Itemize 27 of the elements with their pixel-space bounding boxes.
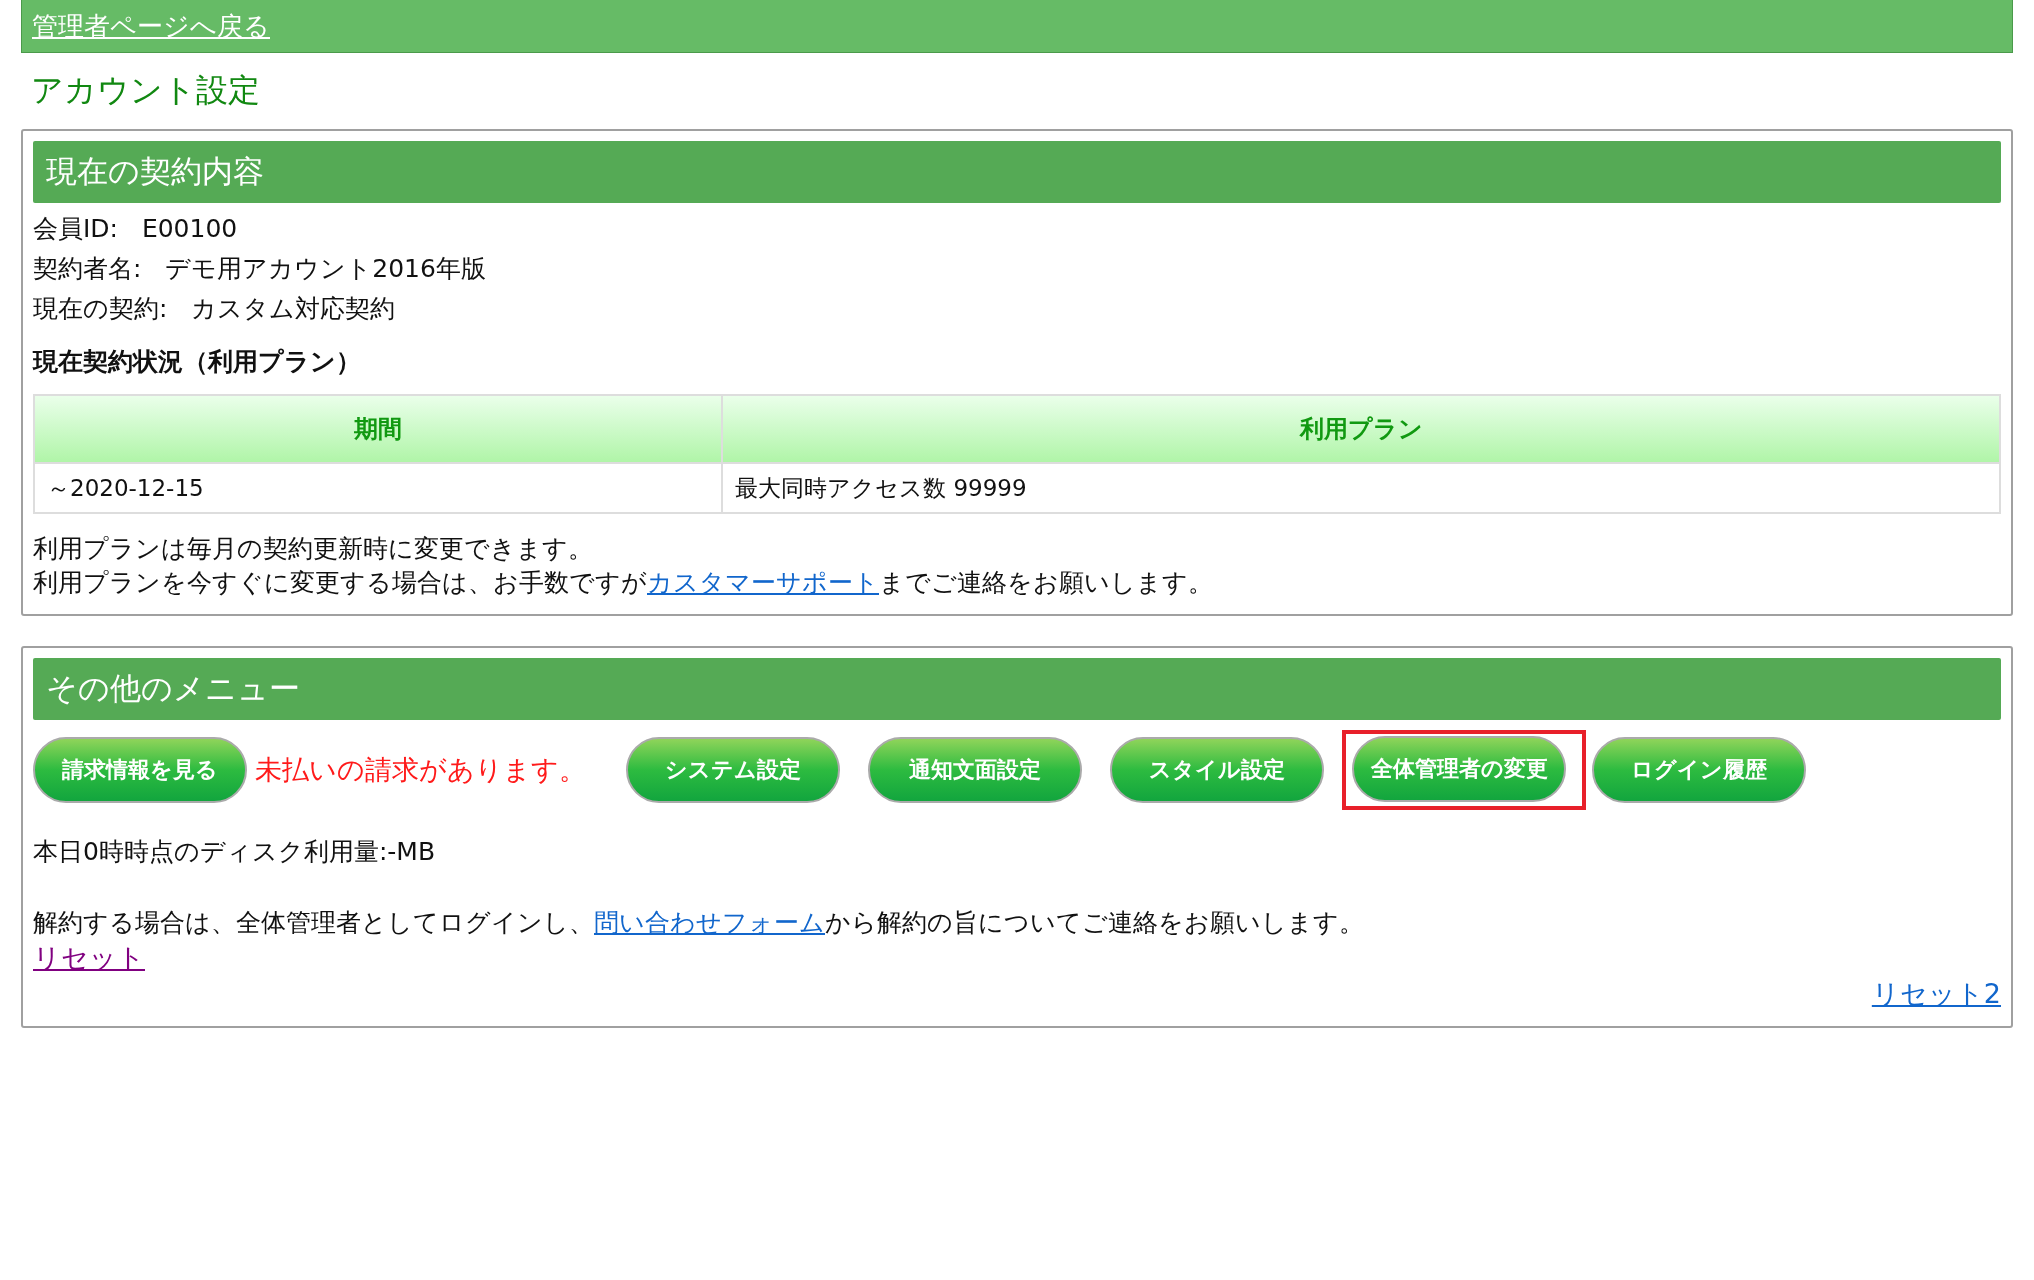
reset-link[interactable]: リセット — [33, 942, 145, 973]
unpaid-warning: 未払いの請求があります。 — [255, 753, 586, 787]
inquiry-form-link[interactable]: 問い合わせフォーム — [594, 908, 825, 937]
reset-link[interactable]: リセット2 — [1871, 976, 2001, 1012]
menu-button[interactable]: ログイン履歴 — [1592, 737, 1806, 803]
disk-usage: 本日0時時点のディスク利用量:-MB — [33, 836, 437, 868]
menu-button[interactable]: 全体管理者の変更 — [1352, 736, 1566, 802]
menu-button[interactable]: 通知文面設定 — [868, 737, 1082, 803]
back-link[interactable]: 管理者ページへ戻る — [32, 8, 270, 44]
menu-button[interactable]: スタイル設定 — [1110, 737, 1324, 803]
column-header: 利用プラン — [722, 395, 2000, 463]
plan-note: 利用プランを今すぐに変更する場合は、お手数ですがカスタマーサポート までご連絡をお願いします。 — [33, 567, 1214, 599]
field-line: 会員ID: E00100 — [33, 213, 239, 245]
status-heading: 現在契約状況（利用プラン） — [33, 346, 362, 378]
panel-header: 現在の契約内容 — [33, 141, 2001, 203]
menu-button[interactable]: 請求情報を見る — [33, 737, 247, 803]
plan-note: 利用プランは毎月の契約更新時に変更できます。 — [33, 533, 594, 565]
field-line: 現在の契約: カスタム対応契約 — [33, 293, 397, 325]
cancel-note: 解約する場合は、全体管理者としてログインし、問い合わせフォームから解約の旨についてご連絡をお願いします。 — [33, 907, 1365, 939]
support-link[interactable]: カスタマーサポート — [647, 568, 879, 597]
table-cell: 最大同時アクセス数 99999 — [722, 463, 2000, 513]
column-header: 期間 — [34, 395, 723, 463]
panel-header: その他のメニュー — [33, 658, 2001, 720]
page-title: アカウント設定 — [31, 70, 261, 111]
menu-button[interactable]: システム設定 — [626, 737, 840, 803]
field-line: 契約者名: デモ用アカウント2016年版 — [33, 253, 487, 285]
table-cell: ～2020-12-15 — [34, 463, 723, 513]
